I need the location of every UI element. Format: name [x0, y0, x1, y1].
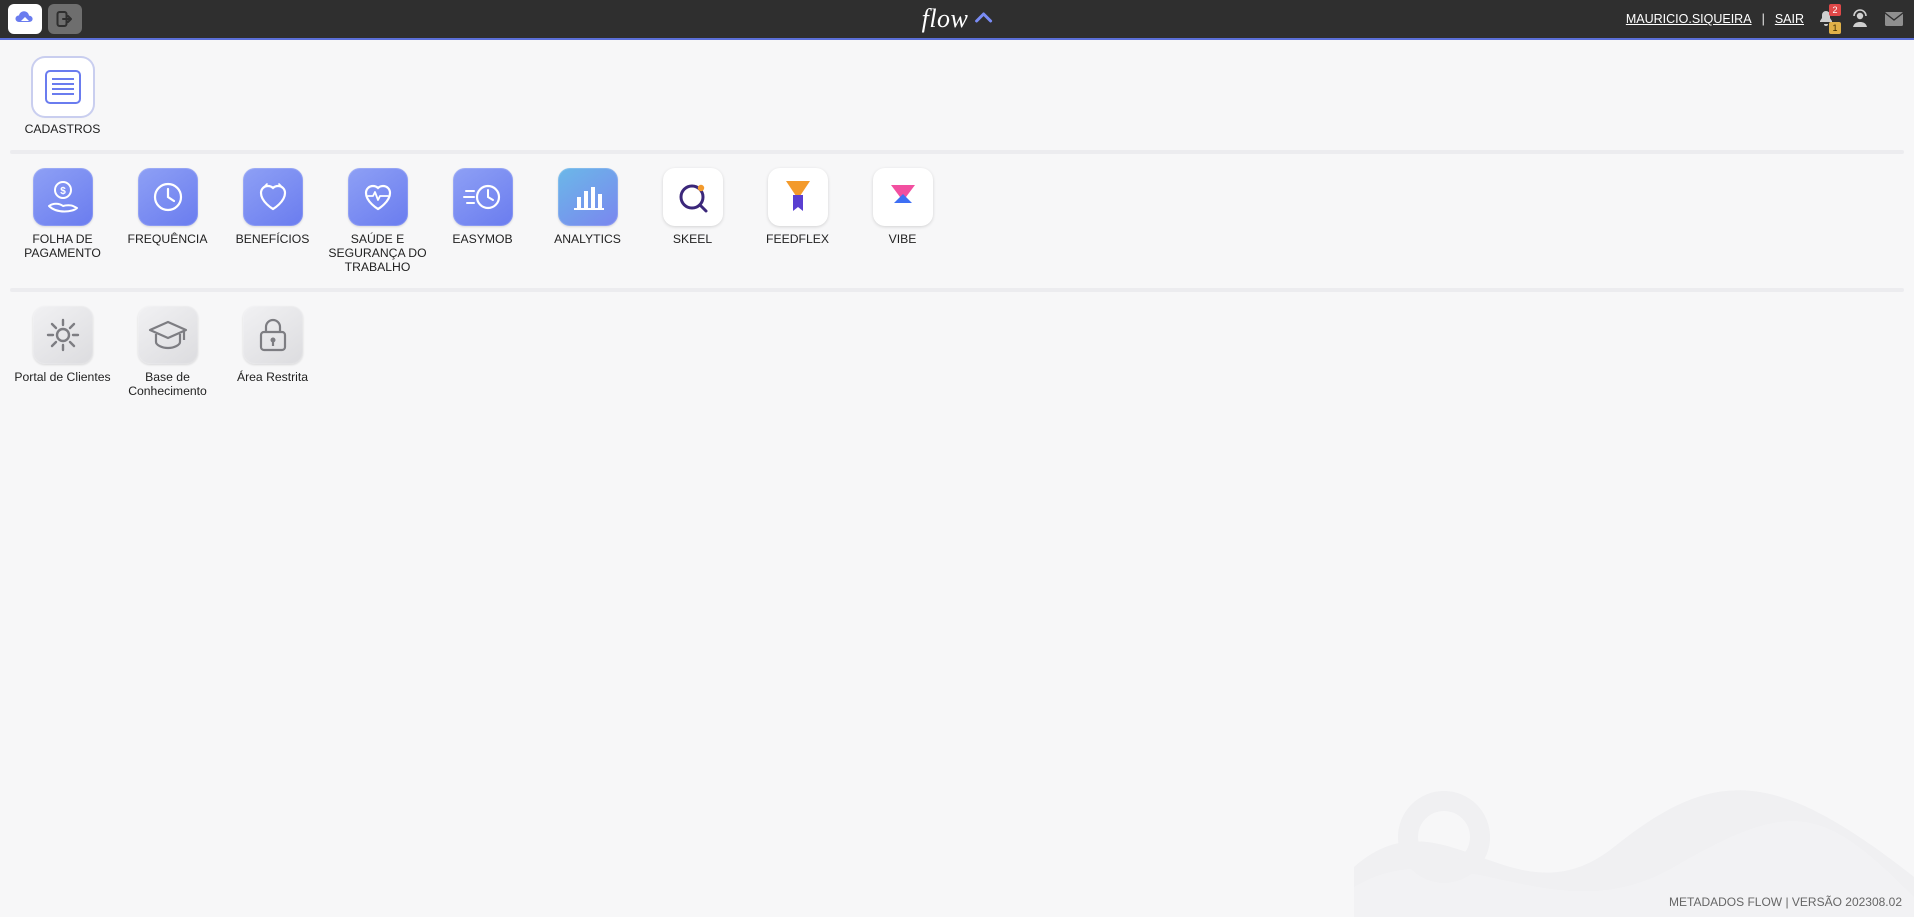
- app-label: FREQUÊNCIA: [128, 232, 208, 246]
- saude-tile: [348, 168, 408, 226]
- app-base-conhecimento[interactable]: Base de Conhecimento: [115, 306, 220, 398]
- folha-pagamento-tile: $: [33, 168, 93, 226]
- brand-name: flow: [922, 4, 969, 34]
- skeel-icon: [673, 177, 713, 217]
- app-saude-seguranca[interactable]: SAÚDE E SEGURANÇA DO TRABALHO: [325, 168, 430, 274]
- app-label: Portal de Clientes: [14, 370, 110, 384]
- app-analytics[interactable]: ANALYTICS: [535, 168, 640, 274]
- notifications-button[interactable]: 2 1: [1814, 7, 1838, 31]
- feedflex-tile: [768, 168, 828, 226]
- app-label: VIBE: [889, 232, 917, 246]
- headset-user-icon: [1849, 8, 1871, 30]
- divider: [10, 288, 1904, 292]
- envelope-icon: [1883, 9, 1905, 29]
- support-button[interactable]: [1848, 7, 1872, 31]
- app-label: Base de Conhecimento: [118, 370, 218, 398]
- inbox-button[interactable]: [1882, 7, 1906, 31]
- nav-logout-button[interactable]: [48, 4, 82, 34]
- app-label: EASYMOB: [452, 232, 512, 246]
- lock-icon: [256, 316, 290, 354]
- base-conhecimento-tile: [138, 306, 198, 364]
- portal-clientes-tile: [33, 306, 93, 364]
- background-waves: [1354, 727, 1914, 917]
- warn-count-badge: 1: [1829, 22, 1841, 34]
- app-easymob[interactable]: EASYMOB: [430, 168, 535, 274]
- feedflex-icon: [780, 177, 816, 217]
- app-feedflex[interactable]: FEEDFLEX: [745, 168, 850, 274]
- home-button[interactable]: [8, 4, 42, 34]
- beneficios-tile: [243, 168, 303, 226]
- separator: |: [1762, 12, 1765, 26]
- section-cadastros: CADASTROS: [10, 58, 1904, 150]
- app-label: ANALYTICS: [554, 232, 621, 246]
- topbar-right: MAURICIO.SIQUEIRA | SAIR 2 1: [1626, 7, 1906, 31]
- hand-coin-icon: $: [43, 178, 83, 216]
- exit-arrow-icon: [55, 10, 75, 28]
- brand-chevron-icon: [974, 12, 992, 26]
- footer-version: METADADOS FLOW | VERSÃO 202308.02: [1669, 895, 1902, 909]
- vibe-tile: [873, 168, 933, 226]
- app-skeel[interactable]: SKEEL: [640, 168, 745, 274]
- vibe-icon: [883, 177, 923, 217]
- logout-link[interactable]: SAIR: [1775, 12, 1804, 26]
- app-beneficios[interactable]: BENEFÍCIOS: [220, 168, 325, 274]
- user-name-link[interactable]: MAURICIO.SIQUEIRA: [1626, 12, 1752, 26]
- clock-icon: [149, 178, 187, 216]
- area-restrita-tile: [243, 306, 303, 364]
- notif-count-badge: 2: [1829, 4, 1841, 16]
- main-content: CADASTROS $ FOLHA DE PAGAMENTO FRE: [0, 40, 1914, 412]
- heart-icon: [253, 179, 293, 215]
- app-label: FOLHA DE PAGAMENTO: [13, 232, 113, 260]
- heartbeat-icon: [358, 179, 398, 215]
- gear-icon: [44, 316, 82, 354]
- fast-clock-icon: [462, 178, 504, 216]
- analytics-tile: [558, 168, 618, 226]
- app-label: BENEFÍCIOS: [236, 232, 310, 246]
- skeel-tile: [663, 168, 723, 226]
- svg-text:$: $: [60, 186, 66, 197]
- brand: flow: [922, 4, 993, 34]
- app-vibe[interactable]: VIBE: [850, 168, 955, 274]
- app-label: SAÚDE E SEGURANÇA DO TRABALHO: [328, 232, 428, 274]
- app-frequencia[interactable]: FREQUÊNCIA: [115, 168, 220, 274]
- divider: [10, 150, 1904, 154]
- cadastros-tile: [33, 58, 93, 116]
- section-modules: $ FOLHA DE PAGAMENTO FREQUÊNCIA: [10, 168, 1904, 288]
- app-label: CADASTROS: [25, 122, 101, 136]
- section-tools: Portal de Clientes Base de Conhecimento: [10, 306, 1904, 412]
- topbar-left: [8, 4, 82, 34]
- app-cadastros[interactable]: CADASTROS: [10, 58, 115, 136]
- app-label: FEEDFLEX: [766, 232, 829, 246]
- app-area-restrita[interactable]: Área Restrita: [220, 306, 325, 398]
- home-cloud-icon: [15, 10, 35, 28]
- bar-chart-icon: [568, 179, 608, 215]
- app-folha-pagamento[interactable]: $ FOLHA DE PAGAMENTO: [10, 168, 115, 274]
- easymob-tile: [453, 168, 513, 226]
- lines-icon: [44, 69, 82, 105]
- app-portal-clientes[interactable]: Portal de Clientes: [10, 306, 115, 398]
- topbar: flow MAURICIO.SIQUEIRA | SAIR 2 1: [0, 0, 1914, 40]
- app-label: Área Restrita: [237, 370, 308, 384]
- app-label: SKEEL: [673, 232, 712, 246]
- graduation-icon: [146, 316, 190, 354]
- frequencia-tile: [138, 168, 198, 226]
